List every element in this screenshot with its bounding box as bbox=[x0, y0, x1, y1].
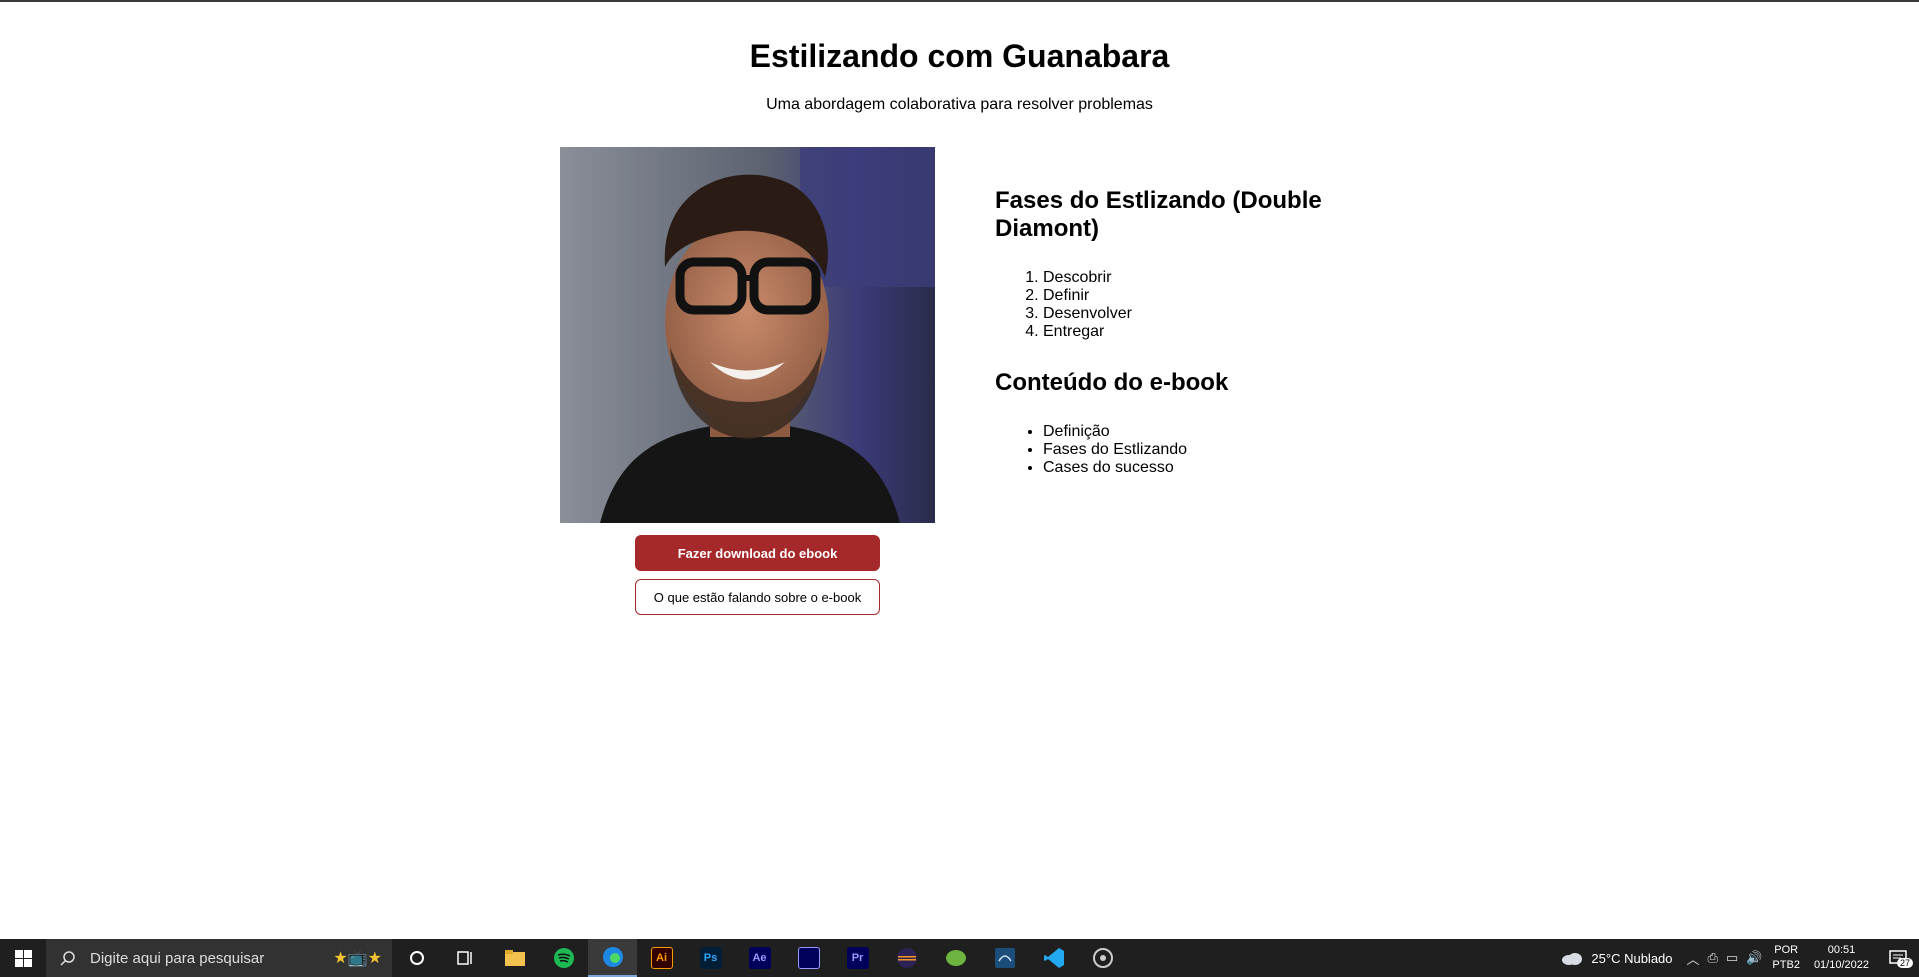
cortana-icon bbox=[409, 951, 424, 965]
network-icon[interactable]: ▭ bbox=[1726, 950, 1738, 966]
taskbar-media-encoder[interactable] bbox=[784, 939, 833, 977]
volume-icon[interactable]: 🔊 bbox=[1746, 950, 1762, 966]
author-photo-image bbox=[560, 147, 935, 523]
ebook-content-list: Definição Fases do Estlizando Cases do s… bbox=[1043, 423, 1355, 477]
obs-icon bbox=[1092, 948, 1113, 968]
clock-time: 00:51 bbox=[1827, 944, 1856, 956]
cortana-button[interactable] bbox=[392, 939, 441, 977]
taskbar-illustrator[interactable]: Ai bbox=[637, 939, 686, 977]
language-indicator[interactable]: POR PTB2 bbox=[1772, 943, 1800, 973]
list-item: Definição bbox=[1043, 423, 1355, 441]
search-icon bbox=[60, 951, 75, 966]
web-page: Estilizando com Guanabara Uma abordagem … bbox=[0, 2, 1919, 939]
premiere-icon: Pr bbox=[846, 947, 869, 969]
list-item: Descobrir bbox=[1043, 269, 1355, 287]
photoshop-icon: Ps bbox=[699, 947, 722, 969]
content-section: Fases do Estlizando (Double Diamont) Des… bbox=[995, 187, 1355, 477]
taskbar-eclipse[interactable] bbox=[882, 939, 931, 977]
phases-heading: Fases do Estlizando (Double Diamont) bbox=[995, 187, 1322, 242]
taskbar-after-effects[interactable]: Ae bbox=[735, 939, 784, 977]
system-tray: 25°C Nublado ︿ ⎙ ▭ 🔊 POR PTB2 00:51 01/1… bbox=[1561, 939, 1919, 977]
list-item: Cases do sucesso bbox=[1043, 459, 1355, 477]
task-view-button[interactable] bbox=[441, 939, 490, 977]
camera-icon[interactable]: ⎙ bbox=[1708, 950, 1718, 966]
spotify-icon bbox=[553, 948, 574, 968]
after-effects-icon: Ae bbox=[748, 947, 771, 969]
tray-icons: ︿ ⎙ ▭ 🔊 bbox=[1687, 949, 1763, 968]
taskbar-spring-tools[interactable] bbox=[931, 939, 980, 977]
edge-icon bbox=[602, 947, 623, 967]
weather-widget[interactable]: 25°C Nublado bbox=[1561, 950, 1673, 966]
clock[interactable]: 00:51 01/10/2022 bbox=[1814, 943, 1869, 973]
search-highlight-icon: ★📺★ bbox=[333, 950, 382, 967]
illustrator-icon: Ai bbox=[650, 947, 673, 969]
taskbar-vscode[interactable] bbox=[1029, 939, 1078, 977]
weather-text: 25°C Nublado bbox=[1591, 950, 1673, 966]
download-ebook-button[interactable]: Fazer download do ebook bbox=[635, 535, 880, 571]
taskbar-file-explorer[interactable] bbox=[490, 939, 539, 977]
cloud-icon bbox=[1562, 953, 1583, 965]
clock-date: 01/10/2022 bbox=[1813, 959, 1869, 971]
vscode-icon bbox=[1043, 948, 1064, 968]
database-icon bbox=[994, 948, 1015, 968]
list-item: Entregar bbox=[1043, 323, 1355, 341]
task-view-icon bbox=[456, 951, 472, 965]
folder-icon bbox=[504, 950, 525, 966]
list-item: Desenvolver bbox=[1043, 305, 1355, 323]
keyboard-layout: PTB2 bbox=[1772, 959, 1800, 971]
taskbar-photoshop[interactable]: Ps bbox=[686, 939, 735, 977]
list-item: Fases do Estlizando bbox=[1043, 441, 1355, 459]
notification-badge: 27 bbox=[1896, 958, 1913, 968]
search-placeholder: Digite aqui para pesquisar bbox=[90, 949, 265, 967]
start-button[interactable] bbox=[0, 939, 46, 977]
eclipse-icon bbox=[896, 948, 917, 968]
taskbar-search[interactable]: Digite aqui para pesquisar ★📺★ bbox=[46, 939, 392, 977]
list-item: Definir bbox=[1043, 287, 1355, 305]
taskbar-edge[interactable] bbox=[588, 939, 637, 977]
media-encoder-icon bbox=[797, 947, 820, 969]
taskbar: Digite aqui para pesquisar ★📺★ Ai Ps Ae bbox=[0, 939, 1919, 977]
notification-center-button[interactable]: 27 bbox=[1883, 950, 1913, 968]
taskbar-obs[interactable] bbox=[1078, 939, 1127, 977]
reviews-button[interactable]: O que estão falando sobre o e-book bbox=[635, 579, 880, 615]
chevron-up-icon[interactable]: ︿ bbox=[1687, 949, 1700, 968]
phases-list: Descobrir Definir Desenvolver Entregar bbox=[1043, 269, 1355, 341]
ebook-content-heading: Conteúdo do e-book bbox=[995, 369, 1229, 396]
taskbar-premiere[interactable]: Pr bbox=[833, 939, 882, 977]
taskbar-spotify[interactable] bbox=[539, 939, 588, 977]
language-code: POR bbox=[1774, 944, 1799, 956]
page-subtitle: Uma abordagem colaborativa para resolver… bbox=[766, 96, 1153, 113]
windows-icon bbox=[14, 949, 32, 967]
page-title: Estilizando com Guanabara bbox=[749, 38, 1170, 74]
taskbar-mysql-workbench[interactable] bbox=[980, 939, 1029, 977]
page-header: Estilizando com Guanabara Uma abordagem … bbox=[0, 36, 1919, 116]
author-photo bbox=[560, 147, 935, 523]
leaf-icon bbox=[945, 950, 966, 966]
